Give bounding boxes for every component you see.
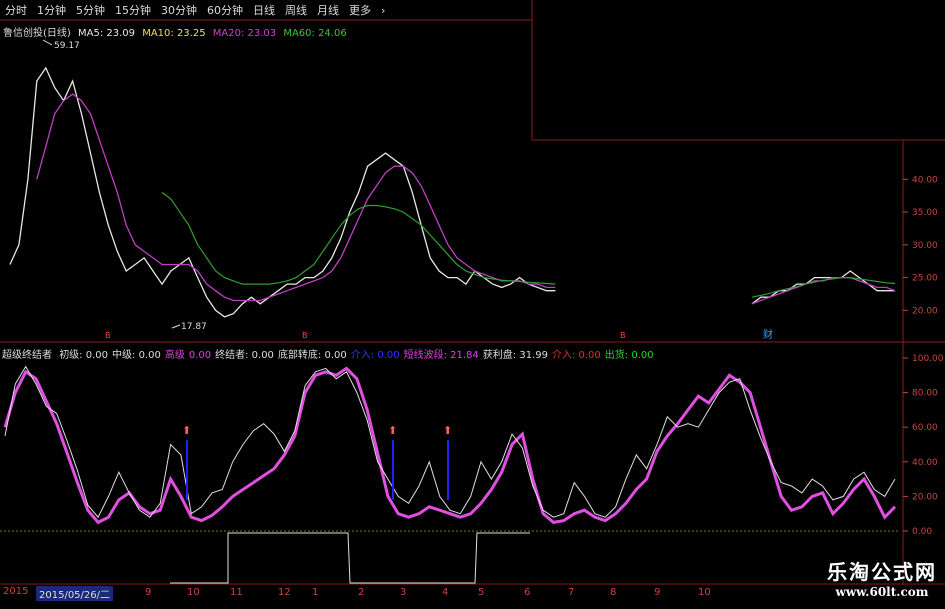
stock-name: 鲁信创投(日线) (3, 28, 71, 39)
month-tick-8: 5 (478, 587, 485, 598)
series-line-MA60 (161, 191, 896, 298)
period-tab-4[interactable]: 30分钟 (156, 2, 202, 18)
period-tab-9[interactable]: 更多 (344, 2, 376, 18)
y-tick-label-4: 40.00 (912, 175, 938, 185)
period-tab-2[interactable]: 5分钟 (71, 2, 110, 18)
upper-y-axis: 20.00 25.00 30.00 35.00 40.00 (903, 175, 938, 316)
low-label: 17.87 (181, 322, 207, 332)
month-tick-4: 1 (312, 587, 319, 598)
indicator-value-2: 高级 (164, 350, 185, 361)
watermark-title: 乐淘公式网 (827, 560, 937, 584)
time-axis: 9 10 11 12 1 2 3 4 5 6 7 8 9 10 (0, 585, 945, 609)
signal-arrow-1: ⬆ (182, 424, 191, 437)
y-tick-label-1: 20.00 (912, 492, 938, 502)
watermark-url: www.60lt.com (835, 585, 929, 599)
stock-header: 鲁信创投(日线) MA5: 23.09 MA10: 23.25 MA20: 23… (3, 24, 351, 39)
month-tick-1: 10 (187, 587, 200, 598)
month-tick-6: 3 (400, 587, 407, 598)
indicator-value-0: 初级: 0.00 (59, 350, 109, 361)
period-tab-3[interactable]: 15分钟 (110, 2, 156, 18)
y-tick-label-1: 25.00 (912, 274, 938, 284)
signal-arrow-2: ⬆ (388, 424, 397, 437)
y-tick-label-0: 20.00 (912, 306, 938, 316)
indicator-value-7: 短线波段: 21.84 (403, 350, 479, 361)
event-marker-1: B (105, 331, 111, 340)
event-marker-3: B (620, 331, 626, 340)
price-series (9, 66, 896, 318)
period-tab-7[interactable]: 周线 (280, 2, 312, 18)
state-step-line (170, 532, 530, 584)
indicator-name: 超级终结者 (2, 350, 52, 361)
period-tab-bar: 分时 1分钟 5分钟 15分钟 30分钟 60分钟 日线 周线 月线 更多 › (0, 0, 532, 20)
period-tab-6[interactable]: 日线 (248, 2, 280, 18)
indicator-header: 超级终结者 初级: 0.00 中级: 0.00 高级 0.00 终结者: 0.00 底部转… (2, 346, 658, 361)
period-tab-8[interactable]: 月线 (312, 2, 344, 18)
indicator-value-9: 介入: 0.00 (551, 350, 601, 361)
month-tick-12: 9 (654, 587, 661, 598)
y-tick-label-3: 60.00 (912, 423, 938, 433)
ma20-label: MA20: 23.03 (212, 28, 277, 39)
y-tick-label-3: 35.00 (912, 208, 938, 218)
ma60-label: MA60: 24.06 (283, 28, 347, 39)
site-watermark: 乐淘公式网 www.60lt.com (827, 556, 937, 599)
indicator-value-4: 终结者: 0.00 (215, 350, 274, 361)
low-annotation: 17.87 (171, 322, 207, 332)
y-tick-label-5: 100.00 (912, 354, 944, 364)
period-tab-10[interactable]: › (376, 4, 390, 17)
month-tick-3: 12 (278, 587, 291, 598)
series-line-获利盘 (4, 365, 896, 519)
y-tick-label-0: 0.00 (912, 527, 932, 537)
period-tab-0[interactable]: 分时 (0, 2, 32, 18)
y-tick-label-4: 80.00 (912, 389, 938, 399)
indicator-series (3, 365, 897, 525)
month-tick-9: 6 (524, 587, 531, 598)
high-annotation: 59.17 (42, 39, 80, 51)
ma5-label: MA5: 23.09 (78, 28, 136, 39)
month-tick-13: 10 (698, 587, 711, 598)
indicator-value-10: 出货: 0.00 (604, 350, 654, 361)
event-marker-4: 财 (763, 328, 773, 341)
indicator-value-8: 获利盘: 31.99 (482, 350, 548, 361)
series-line-短线波段 (3, 366, 897, 525)
month-tick-10: 7 (568, 587, 575, 598)
month-tick-7: 4 (442, 587, 449, 598)
series-line-MA20 (36, 93, 896, 305)
signal-arrow-3: ⬆ (443, 424, 452, 437)
ma10-label: MA10: 23.25 (142, 28, 206, 39)
month-tick-5: 2 (358, 587, 365, 598)
indicator-value-6: 介入: 0.00 (350, 350, 400, 361)
indicator-value-5: 底部转底: 0.00 (277, 350, 347, 361)
series-line-MA5 (9, 66, 895, 318)
period-tab-1[interactable]: 1分钟 (32, 2, 71, 18)
month-tick-11: 8 (610, 587, 617, 598)
indicator-value-3: 0.00 (188, 350, 212, 361)
event-marker-2: B (302, 331, 308, 340)
high-label: 59.17 (54, 41, 80, 51)
chart-canvas: 20.00 25.00 30.00 35.00 40.00 0.00 20.00 40.00… (0, 0, 945, 585)
month-tick-0: 9 (145, 587, 152, 598)
month-tick-2: 11 (230, 587, 243, 598)
period-tab-5[interactable]: 60分钟 (202, 2, 248, 18)
y-tick-label-2: 40.00 (912, 458, 938, 468)
lower-y-axis: 0.00 20.00 40.00 60.00 80.00 100.00 (903, 354, 944, 537)
indicator-value-1: 中级: 0.00 (112, 350, 161, 361)
y-tick-label-2: 30.00 (912, 241, 938, 251)
